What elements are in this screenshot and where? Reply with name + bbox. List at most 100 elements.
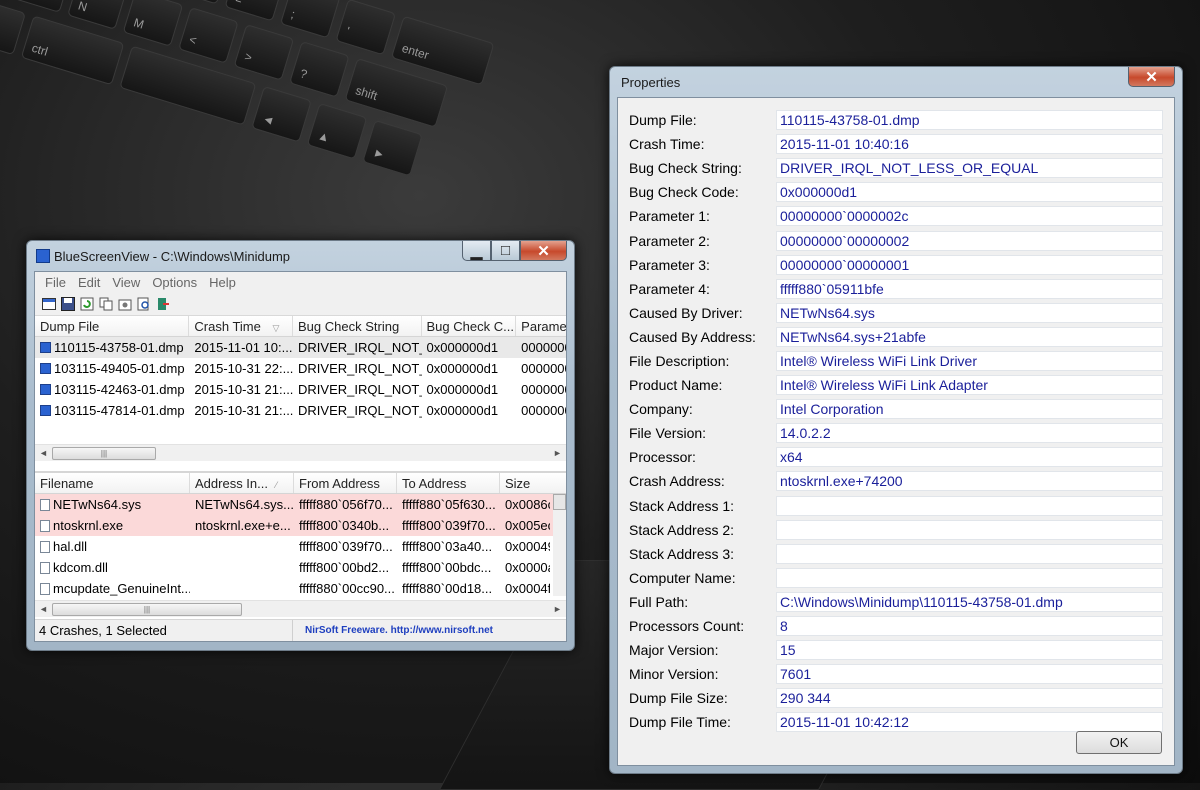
property-row: Parameter 2: 00000000`00000002 bbox=[618, 228, 1174, 252]
property-value-field[interactable]: fffff880`05911bfe bbox=[776, 278, 1163, 299]
property-value-field[interactable]: DRIVER_IRQL_NOT_LESS_OR_EQUAL bbox=[776, 158, 1163, 179]
module-list-hscrollbar[interactable]: ◄ ||| ► bbox=[35, 600, 566, 617]
menu-file[interactable]: File bbox=[39, 275, 72, 290]
vscroll-thumb[interactable] bbox=[553, 494, 566, 510]
property-value-field[interactable]: Intel® Wireless WiFi Link Driver bbox=[776, 350, 1163, 371]
app-icon bbox=[36, 249, 50, 263]
options-icon[interactable] bbox=[117, 296, 133, 312]
scroll-thumb[interactable]: ||| bbox=[52, 446, 156, 460]
property-value-field[interactable]: Intel® Wireless WiFi Link Adapter bbox=[776, 375, 1163, 396]
property-row: Processor: x64 bbox=[618, 445, 1174, 469]
menu-help[interactable]: Help bbox=[203, 275, 242, 290]
module-cell: 0x005ec bbox=[505, 518, 550, 533]
property-label: Stack Address 3: bbox=[629, 545, 735, 562]
property-value-field[interactable]: 15 bbox=[776, 640, 1163, 661]
module-list-vscrollbar[interactable] bbox=[553, 494, 566, 596]
crash-list-hscrollbar[interactable]: ◄ ||| ► bbox=[35, 444, 566, 461]
dump-file-icon bbox=[40, 405, 51, 416]
col-dump-file[interactable]: Dump File bbox=[35, 316, 190, 336]
property-label: Company: bbox=[629, 401, 693, 418]
scroll-thumb[interactable]: ||| bbox=[52, 602, 242, 616]
col-address-in[interactable]: Address In... ⁄ bbox=[190, 473, 294, 493]
module-cell: fffff880`00d18... bbox=[402, 581, 493, 596]
col-filename[interactable]: Filename bbox=[35, 473, 190, 493]
property-value-field[interactable]: 00000000`00000001 bbox=[776, 254, 1163, 275]
col-bug-check-string[interactable]: Bug Check String bbox=[293, 316, 422, 336]
module-row[interactable]: ntoskrnl.exe ntoskrnl.exe+e... fffff800`03… bbox=[35, 515, 566, 536]
module-row[interactable]: NETwNs64.sys NETwNs64.sys... fffff880`056f… bbox=[35, 494, 566, 515]
nirsoft-link[interactable]: NirSoft Freeware. http://www.nirsoft.net bbox=[293, 625, 493, 636]
property-value-field[interactable]: ntoskrnl.exe+74200 bbox=[776, 471, 1163, 492]
property-value-field[interactable]: 8 bbox=[776, 616, 1163, 637]
menu-view[interactable]: View bbox=[106, 275, 146, 290]
scroll-right-icon[interactable]: ► bbox=[549, 604, 566, 614]
maximize-icon: □ bbox=[500, 242, 511, 259]
dump-file-icon bbox=[40, 363, 51, 374]
col-crash-time[interactable]: Crash Time ▽ bbox=[189, 316, 294, 336]
module-cell: fffff800`03a40... bbox=[402, 539, 493, 554]
property-label: Full Path: bbox=[629, 593, 689, 610]
property-value-field[interactable]: 00000000`00000002 bbox=[776, 230, 1163, 251]
module-cell: 0x0000a bbox=[505, 560, 550, 575]
property-value-field[interactable]: NETwNs64.sys bbox=[776, 302, 1163, 323]
property-value-field[interactable] bbox=[776, 519, 1163, 540]
col-to-address[interactable]: To Address bbox=[397, 473, 500, 493]
save-icon[interactable] bbox=[60, 296, 76, 312]
scroll-left-icon[interactable]: ◄ bbox=[35, 604, 52, 614]
properties-close-button[interactable]: ✕ bbox=[1128, 67, 1175, 87]
property-label: File Description: bbox=[629, 352, 730, 369]
module-cell: ntoskrnl.exe+e... bbox=[195, 518, 291, 533]
properties-list-icon[interactable] bbox=[41, 296, 57, 312]
property-value-field[interactable]: 7601 bbox=[776, 664, 1163, 685]
maximize-button[interactable]: □ bbox=[491, 241, 520, 261]
bsv-titlebar[interactable]: BlueScreenView - C:\Windows\Minidump ▁ □… bbox=[34, 241, 567, 271]
property-row: Stack Address 2: bbox=[618, 518, 1174, 542]
crash-row[interactable]: 103115-49405-01.dmp 2015-10-31 22:... DRIV… bbox=[35, 358, 566, 379]
property-label: Crash Time: bbox=[629, 136, 705, 153]
crash-cell: DRIVER_IRQL_NOT_... bbox=[298, 340, 422, 355]
ok-button[interactable]: OK bbox=[1076, 731, 1162, 754]
crash-row[interactable]: 103115-47814-01.dmp 2015-10-31 21:... DRIV… bbox=[35, 400, 566, 421]
col-from-address[interactable]: From Address bbox=[294, 473, 397, 493]
crash-cell: 2015-11-01 10:... bbox=[194, 340, 293, 355]
exit-icon[interactable] bbox=[155, 296, 171, 312]
close-button[interactable]: ✕ bbox=[520, 241, 567, 261]
property-value-field[interactable]: 00000000`0000002c bbox=[776, 206, 1163, 227]
property-value-field[interactable]: C:\Windows\Minidump\110115-43758-01.dmp bbox=[776, 591, 1163, 612]
crash-cell: 103115-47814-01.dmp bbox=[35, 403, 189, 418]
module-row[interactable]: hal.dll fffff800`039f70... fffff800`03a40.… bbox=[35, 536, 566, 557]
module-row[interactable]: mcupdate_GenuineInt... fffff880`00cc90...… bbox=[35, 578, 566, 599]
scroll-left-icon[interactable]: ◄ bbox=[35, 448, 52, 458]
dump-file-icon bbox=[40, 384, 51, 395]
col-size[interactable]: Size bbox=[500, 473, 550, 493]
properties-titlebar[interactable]: Properties ✕ bbox=[617, 67, 1175, 97]
property-value-field[interactable]: 2015-11-01 10:42:12 bbox=[776, 712, 1163, 733]
property-value-field[interactable] bbox=[776, 567, 1163, 588]
scroll-right-icon[interactable]: ► bbox=[549, 448, 566, 458]
menu-options[interactable]: Options bbox=[146, 275, 203, 290]
property-value-field[interactable] bbox=[776, 543, 1163, 564]
property-value-field[interactable]: x64 bbox=[776, 447, 1163, 468]
property-value-field[interactable]: NETwNs64.sys+21abfe bbox=[776, 326, 1163, 347]
property-value-field[interactable]: 2015-11-01 10:40:16 bbox=[776, 134, 1163, 155]
col-bug-check-code[interactable]: Bug Check C... bbox=[422, 316, 517, 336]
module-row[interactable]: kdcom.dll fffff800`00bd2... fffff800`00bdc… bbox=[35, 557, 566, 578]
module-file-icon bbox=[40, 562, 50, 574]
crash-cell: 0000000 bbox=[521, 403, 566, 418]
property-value-field[interactable]: 110115-43758-01.dmp bbox=[776, 110, 1163, 131]
find-icon[interactable] bbox=[136, 296, 152, 312]
module-cell: hal.dll bbox=[35, 539, 190, 554]
property-value-field[interactable]: 0x000000d1 bbox=[776, 182, 1163, 203]
property-value-field[interactable]: Intel Corporation bbox=[776, 399, 1163, 420]
property-value-field[interactable] bbox=[776, 495, 1163, 516]
minimize-button[interactable]: ▁ bbox=[462, 241, 491, 261]
crash-row[interactable]: 110115-43758-01.dmp 2015-11-01 10:... DRIV… bbox=[35, 337, 566, 358]
menu-edit[interactable]: Edit bbox=[72, 275, 106, 290]
property-value-field[interactable]: 14.0.2.2 bbox=[776, 423, 1163, 444]
crash-row[interactable]: 103115-42463-01.dmp 2015-10-31 21:... DRIV… bbox=[35, 379, 566, 400]
refresh-icon[interactable] bbox=[79, 296, 95, 312]
copy-icon[interactable] bbox=[98, 296, 114, 312]
module-file-icon bbox=[40, 541, 50, 553]
property-value-field[interactable]: 290 344 bbox=[776, 688, 1163, 709]
col-parameter[interactable]: Paramet bbox=[516, 316, 566, 336]
